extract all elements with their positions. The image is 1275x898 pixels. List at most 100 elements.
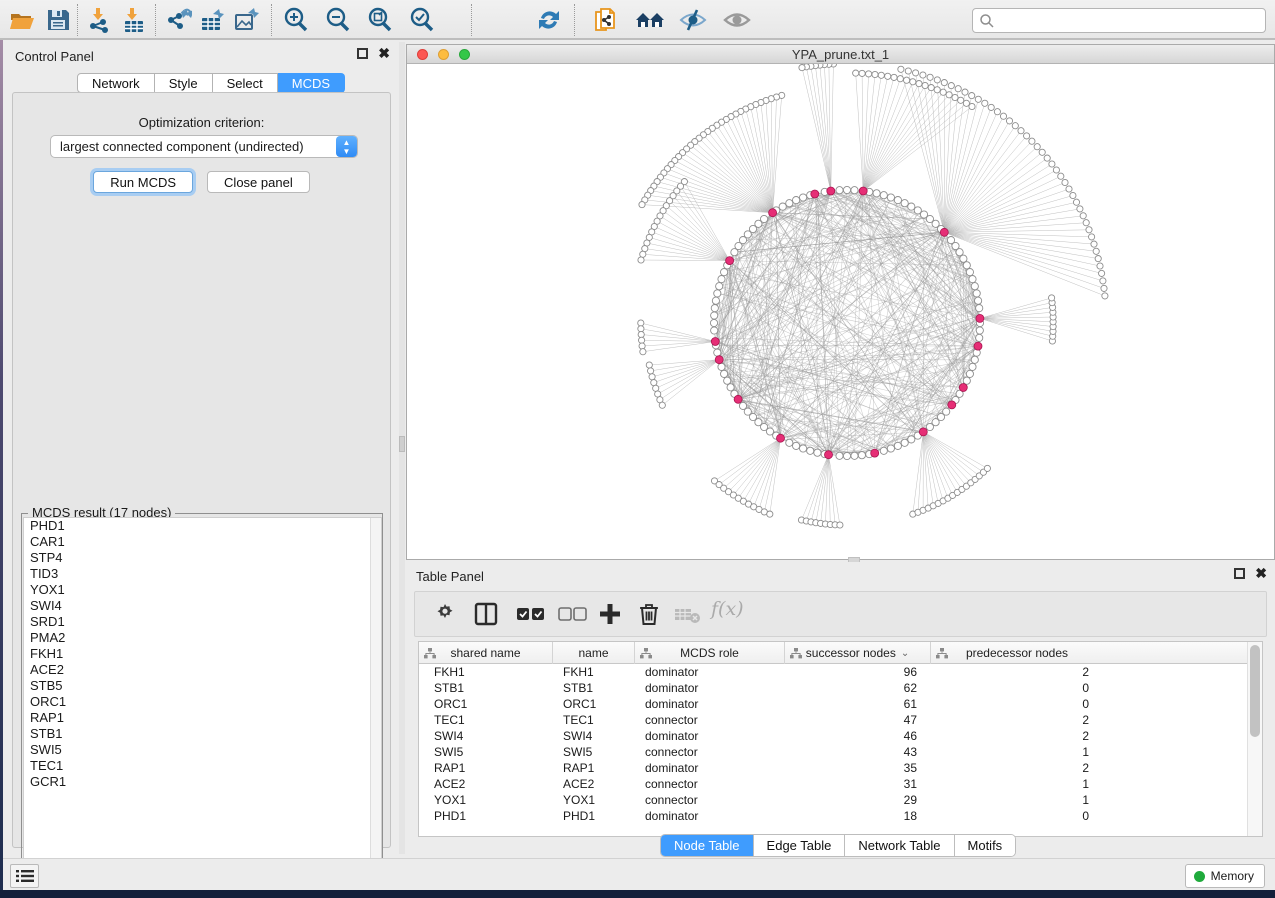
add-column-icon[interactable] <box>597 601 623 629</box>
tab-style[interactable]: Style <box>155 73 213 93</box>
homes-icon[interactable] <box>634 6 662 34</box>
mcds-result-item[interactable]: ORC1 <box>24 694 381 710</box>
mcds-result-item[interactable]: SWI5 <box>24 742 381 758</box>
zoom-in-icon[interactable] <box>282 6 310 34</box>
mcds-result-item[interactable]: ACE2 <box>24 662 381 678</box>
delete-column-icon[interactable] <box>637 601 661 629</box>
save-session-icon[interactable] <box>44 6 72 34</box>
memory-button[interactable]: Memory <box>1185 864 1265 888</box>
mcds-result-item[interactable]: STP4 <box>24 550 381 566</box>
select-all-icon[interactable] <box>515 601 547 629</box>
table-row[interactable]: PHD1PHD1dominator180 <box>419 808 1247 824</box>
eye-slash-icon[interactable] <box>678 6 706 34</box>
table-row[interactable]: ACE2ACE2connector311 <box>419 776 1247 792</box>
mcds-result-item[interactable]: STB1 <box>24 726 381 742</box>
cell-successor_nodes: 18 <box>785 808 931 824</box>
splitter-handle[interactable] <box>399 436 405 452</box>
mcds-result-item[interactable]: FKH1 <box>24 646 381 662</box>
float-panel-icon[interactable] <box>357 48 368 59</box>
table-row[interactable]: SWI5SWI5connector431 <box>419 744 1247 760</box>
table-scrollbar-thumb[interactable] <box>1250 645 1260 737</box>
mcds-result-item[interactable]: TEC1 <box>24 758 381 774</box>
export-image-icon[interactable] <box>232 6 260 34</box>
cell-shared_name: ACE2 <box>419 776 553 792</box>
network-canvas[interactable] <box>407 64 1274 559</box>
cell-mcds_role: dominator <box>635 808 785 824</box>
mcds-result-item[interactable]: TID3 <box>24 566 381 582</box>
toolbar-separator <box>77 4 78 36</box>
import-table-icon[interactable] <box>120 6 148 34</box>
float-panel-icon[interactable] <box>1234 568 1245 579</box>
mcds-result-item[interactable]: SWI4 <box>24 598 381 614</box>
mcds-result-item[interactable]: GCR1 <box>24 774 381 790</box>
mcds-result-item[interactable]: YOX1 <box>24 582 381 598</box>
tab-mcds[interactable]: MCDS <box>278 73 345 93</box>
minimize-window-icon[interactable] <box>438 49 449 60</box>
search-input[interactable] <box>995 14 1265 28</box>
table-scrollbar[interactable] <box>1247 642 1262 836</box>
network-leaf-nodes[interactable] <box>638 64 1108 528</box>
deselect-all-icon[interactable] <box>557 601 589 629</box>
cell-successor_nodes: 35 <box>785 760 931 776</box>
search-box[interactable] <box>972 8 1266 33</box>
maximize-window-icon[interactable] <box>459 49 470 60</box>
column-header-predecessor-nodes[interactable]: predecessor nodes <box>931 642 1103 664</box>
mcds-result-item[interactable]: PMA2 <box>24 630 381 646</box>
zoom-fit-icon[interactable] <box>366 6 394 34</box>
close-panel-button[interactable]: Close panel <box>207 171 310 193</box>
table-row[interactable]: YOX1YOX1connector291 <box>419 792 1247 808</box>
mcds-result-group: MCDS result (17 nodes) PHD1CAR1STP4TID3Y… <box>21 513 383 885</box>
eye-icon[interactable] <box>722 6 750 34</box>
mcds-result-list[interactable]: PHD1CAR1STP4TID3YOX1SWI4SRD1PMA2FKH1ACE2… <box>23 517 382 884</box>
task-history-button[interactable] <box>10 864 39 888</box>
table-row[interactable]: SWI4SWI4dominator462 <box>419 728 1247 744</box>
run-mcds-button[interactable]: Run MCDS <box>93 171 193 193</box>
mcds-result-item[interactable]: CAR1 <box>24 534 381 550</box>
toolbar-separator <box>155 4 156 36</box>
tab-motifs[interactable]: Motifs <box>955 835 1016 856</box>
table-body[interactable]: FKH1FKH1dominator962STB1STB1dominator620… <box>419 664 1247 824</box>
column-header-MCDS-role[interactable]: MCDS role <box>635 642 785 664</box>
column-header-successor-nodes[interactable]: successor nodes⌄ <box>785 642 931 664</box>
column-header-name[interactable]: name <box>553 642 635 664</box>
close-panel-icon[interactable]: ✖ <box>1255 568 1267 579</box>
mcds-result-item[interactable]: RAP1 <box>24 710 381 726</box>
tab-network-table[interactable]: Network Table <box>845 835 954 856</box>
function-builder-icon[interactable]: f(x) <box>711 598 744 626</box>
mcds-list-scrollbar[interactable] <box>370 518 381 883</box>
delete-table-icon[interactable] <box>673 601 703 629</box>
table-row[interactable]: RAP1RAP1dominator352 <box>419 760 1247 776</box>
open-file-icon[interactable] <box>8 6 36 34</box>
clone-network-icon[interactable] <box>592 6 620 34</box>
export-network-icon[interactable] <box>164 6 192 34</box>
table-row[interactable]: TEC1TEC1connector472 <box>419 712 1247 728</box>
mcds-result-item[interactable]: SRD1 <box>24 614 381 630</box>
close-panel-icon[interactable]: ✖ <box>378 48 390 59</box>
import-network-icon[interactable] <box>86 6 114 34</box>
tab-edge-table[interactable]: Edge Table <box>754 835 846 856</box>
optimization-criterion-select[interactable]: largest connected component (undirected)… <box>50 135 358 158</box>
zoom-out-icon[interactable] <box>324 6 352 34</box>
cell-name: STB1 <box>553 680 635 696</box>
column-header-shared-name[interactable]: shared name <box>419 642 553 664</box>
columns-icon[interactable] <box>473 601 499 629</box>
table-row[interactable]: STB1STB1dominator620 <box>419 680 1247 696</box>
mcds-result-item[interactable]: STB5 <box>24 678 381 694</box>
mcds-result-item[interactable]: PHD1 <box>24 518 381 534</box>
control-panel-title: Control Panel <box>15 49 94 64</box>
network-window-titlebar[interactable]: YPA_prune.txt_1 <box>407 45 1274 64</box>
refresh-icon[interactable] <box>535 6 563 34</box>
table-row[interactable]: ORC1ORC1dominator610 <box>419 696 1247 712</box>
cell-name: RAP1 <box>553 760 635 776</box>
tab-node-table[interactable]: Node Table <box>661 835 754 856</box>
tab-network[interactable]: Network <box>77 73 155 93</box>
export-table-icon[interactable] <box>198 6 226 34</box>
tab-select[interactable]: Select <box>213 73 278 93</box>
cell-mcds_role: dominator <box>635 728 785 744</box>
close-window-icon[interactable] <box>417 49 428 60</box>
gear-icon[interactable] <box>433 601 457 629</box>
zoom-selected-icon[interactable] <box>408 6 436 34</box>
table-row[interactable]: FKH1FKH1dominator962 <box>419 664 1247 680</box>
cell-mcds_role: dominator <box>635 696 785 712</box>
vertical-splitter[interactable] <box>399 42 405 854</box>
